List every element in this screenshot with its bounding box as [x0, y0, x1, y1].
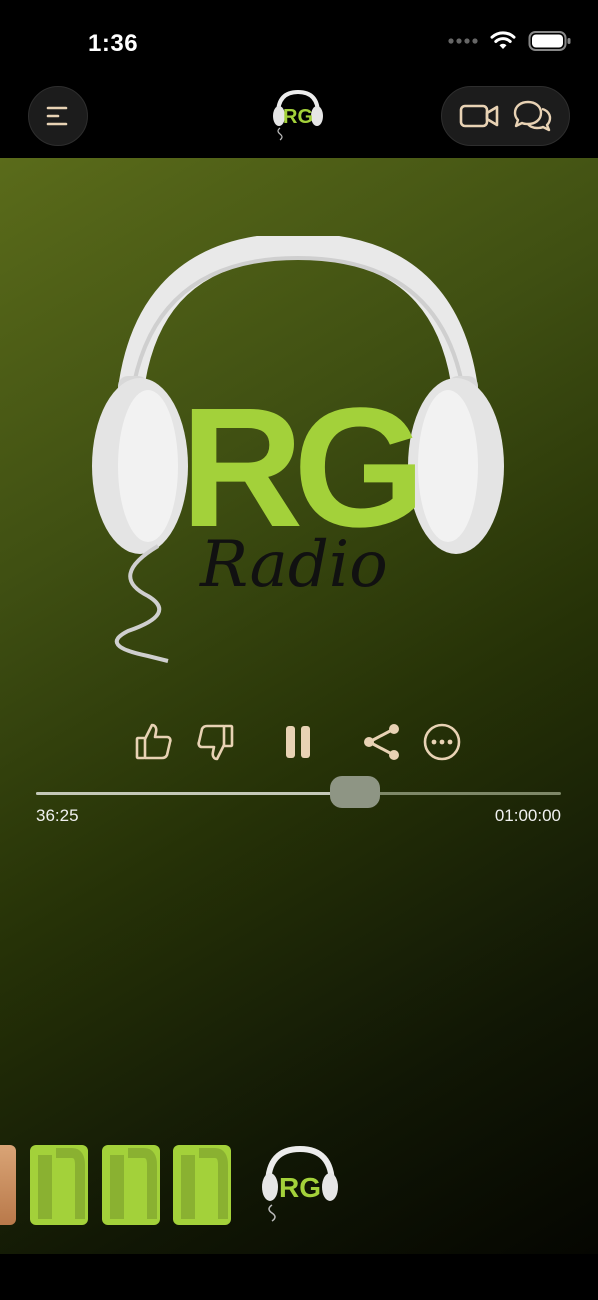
station-thumbnail-strip: RG [0, 1143, 598, 1228]
chat-bubbles-icon[interactable] [511, 99, 553, 133]
pause-icon [286, 726, 310, 758]
station-thumbnail[interactable] [173, 1145, 231, 1225]
station-thumbnail[interactable] [102, 1145, 160, 1225]
now-playing-area: RG Radio 36:25 01:00:00 RG [0, 158, 598, 1254]
thumbs-up-icon [135, 723, 172, 760]
video-camera-icon[interactable] [458, 101, 500, 131]
status-bar: 1:36 [0, 0, 598, 84]
share-icon [364, 724, 399, 760]
artwork-radio-script: Radio [199, 528, 388, 602]
rg-radio-logo-small[interactable]: RG [268, 86, 328, 146]
progress-thumb[interactable] [329, 776, 380, 808]
progress-fill [36, 792, 355, 795]
album-artwork: RG Radio [92, 236, 504, 663]
like-button[interactable] [132, 718, 176, 766]
signal-icon [448, 38, 478, 44]
menu-button[interactable] [28, 86, 88, 146]
station-thumbnail-current[interactable]: RG [258, 1143, 342, 1227]
thumbs-down-icon [197, 724, 234, 761]
top-navigation: RG [0, 84, 598, 158]
battery-icon [528, 31, 571, 51]
total-duration: 01:00:00 [494, 806, 561, 825]
more-options-button[interactable] [420, 718, 464, 766]
playback-controls [0, 718, 598, 768]
bottom-bar [0, 1254, 598, 1300]
station-thumbnail[interactable] [0, 1145, 16, 1225]
status-icons [448, 30, 572, 52]
svg-text:RG: RG [283, 106, 313, 128]
share-button[interactable] [360, 718, 404, 766]
wifi-icon [490, 31, 516, 49]
menu-icon [46, 106, 68, 126]
dislike-button[interactable] [193, 718, 237, 766]
rg-logo-thumbnail [110, 1148, 157, 1219]
elapsed-time: 36:25 [36, 806, 79, 825]
progress-slider[interactable] [36, 776, 561, 808]
station-thumbnail[interactable] [30, 1145, 88, 1225]
svg-text:RG: RG [279, 1172, 321, 1203]
rg-logo-thumbnail [181, 1148, 228, 1219]
action-pill [441, 86, 570, 146]
pause-button[interactable] [276, 718, 320, 766]
rg-logo-thumbnail [38, 1148, 85, 1219]
more-icon [423, 723, 461, 761]
status-time: 1:36 [88, 30, 139, 57]
